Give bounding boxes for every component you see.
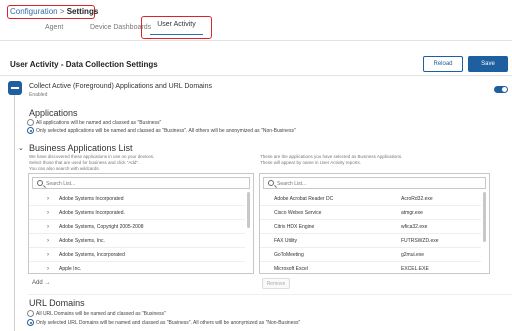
discovered-search-input[interactable] [46, 179, 196, 188]
list-item[interactable]: › Adobe Systems, Incorporated [29, 248, 245, 262]
applications-all-label: All applications will be named and class… [36, 120, 162, 126]
collect-toggle[interactable] [494, 86, 508, 93]
discovered-description: We have discovered these applications in… [29, 154, 154, 172]
header-divider [0, 75, 512, 76]
url-selected-label: Only selected URL Domains will be named … [36, 320, 301, 326]
table-row[interactable]: Citrix HDX Engine wfica32.exe [260, 220, 481, 234]
list-item[interactable]: › Adobe Systems, Copyright 2005-2008 [29, 220, 245, 234]
chevron-right-icon: › [47, 238, 49, 244]
breadcrumb-settings: Settings [66, 7, 99, 16]
app-name: Cisco Webex Service [274, 210, 322, 216]
url-all-label: All URL Domains will be named and classe… [36, 311, 166, 317]
selected-search-input[interactable] [277, 179, 427, 188]
app-exe: EXCEL.EXE [401, 266, 429, 272]
url-selected-radio[interactable] [27, 319, 34, 326]
chevron-right-icon: › [47, 252, 49, 258]
discovered-scrollbar[interactable] [247, 192, 250, 228]
collect-status: Enabled [29, 92, 48, 98]
app-name: GoToMeeting [274, 252, 304, 258]
section-guide-line [14, 95, 15, 331]
breadcrumb-separator: > [57, 7, 67, 16]
search-icon [268, 180, 274, 186]
app-exe: atmgr.exe [401, 210, 423, 216]
list-item[interactable]: › Adobe Systems, Inc. [29, 234, 245, 248]
section-divider [28, 294, 512, 295]
url-all-radio[interactable] [27, 310, 34, 317]
app-exe: FUTRSWZD.exe [401, 238, 439, 244]
app-exe: g2mui.exe [401, 252, 425, 258]
selected-search-box [263, 177, 486, 189]
app-name: Citrix HDX Engine [274, 224, 315, 230]
applications-selected-label: Only selected applications will be named… [36, 128, 296, 134]
chevron-right-icon: › [47, 196, 49, 202]
list-item-label: Apple Inc. [59, 266, 82, 272]
chevron-right-icon: › [47, 224, 49, 230]
applications-selected-radio[interactable] [27, 127, 34, 134]
app-name: FAX Utility [274, 238, 298, 244]
remove-button[interactable]: Remove [262, 278, 290, 289]
tab-user-activity[interactable]: User Activity [141, 16, 212, 39]
active-tab-underline [150, 33, 203, 35]
reload-button[interactable]: Reload [423, 56, 463, 72]
discovered-search-box [32, 177, 250, 189]
tab-bar: Agent Device Dashboards [0, 18, 512, 42]
minus-square-icon[interactable] [8, 81, 22, 95]
list-item-label: Adobe Systems, Incorporated [59, 252, 125, 258]
chevron-right-icon: › [47, 266, 49, 272]
app-exe: AcroRd32.exe [401, 196, 433, 202]
chevron-down-icon[interactable]: ⌄ [18, 144, 24, 152]
list-item-label: Adobe Systems, Copyright 2005-2008 [59, 224, 144, 230]
list-item-label: Adobe Systems Incorporated [59, 196, 124, 202]
applications-title: Applications [29, 108, 78, 118]
table-row[interactable]: FAX Utility FUTRSWZD.exe [260, 234, 481, 248]
search-icon [37, 180, 43, 186]
table-row[interactable]: GoToMeeting g2mui.exe [260, 248, 481, 262]
save-button[interactable]: Save [468, 56, 508, 72]
breadcrumb-configuration[interactable]: Configuration [10, 7, 58, 16]
selected-apps-panel: Adobe Acrobat Reader DC AcroRd32.exe Cisc… [259, 173, 490, 274]
list-item-label: Adobe Systems, Inc. [59, 238, 105, 244]
list-item[interactable]: › Apple Inc. [29, 262, 245, 273]
selected-description: These are the applications you have sele… [260, 154, 402, 166]
tab-divider [0, 40, 512, 41]
table-row[interactable]: Microsoft Excel EXCEL.EXE [260, 262, 481, 273]
selected-description-line: These will appear by name in User Activi… [260, 160, 362, 165]
tab-user-activity-label: User Activity [157, 21, 196, 28]
applications-all-radio[interactable] [27, 119, 34, 126]
add-button[interactable]: Add → [32, 280, 50, 286]
app-name: Adobe Acrobat Reader DC [274, 196, 334, 202]
discovered-apps-panel: › Adobe Systems Incorporated › Adobe Syste… [28, 173, 254, 274]
collect-title: Collect Active (Foreground) Applications… [29, 83, 212, 90]
breadcrumb: Configuration > Settings [7, 5, 98, 19]
table-row[interactable]: Cisco Webex Service atmgr.exe [260, 206, 481, 220]
business-list-title: Business Applications List [29, 143, 133, 153]
url-domains-title: URL Domains [29, 298, 85, 308]
table-row[interactable]: Adobe Acrobat Reader DC AcroRd32.exe [260, 192, 481, 206]
discovered-description-line: You can also search with wildcards. [29, 166, 100, 171]
app-exe: wfica32.exe [401, 224, 428, 230]
list-item[interactable]: › Adobe Systems Incorporated. [29, 206, 245, 220]
list-item[interactable]: › Adobe Systems Incorporated [29, 192, 245, 206]
list-item-label: Adobe Systems Incorporated. [59, 210, 125, 216]
app-name: Microsoft Excel [274, 266, 308, 272]
tab-agent[interactable]: Agent [45, 24, 63, 31]
selected-scrollbar[interactable] [483, 192, 486, 242]
chevron-right-icon: › [47, 210, 49, 216]
page-title: User Activity - Data Collection Settings [10, 60, 158, 69]
